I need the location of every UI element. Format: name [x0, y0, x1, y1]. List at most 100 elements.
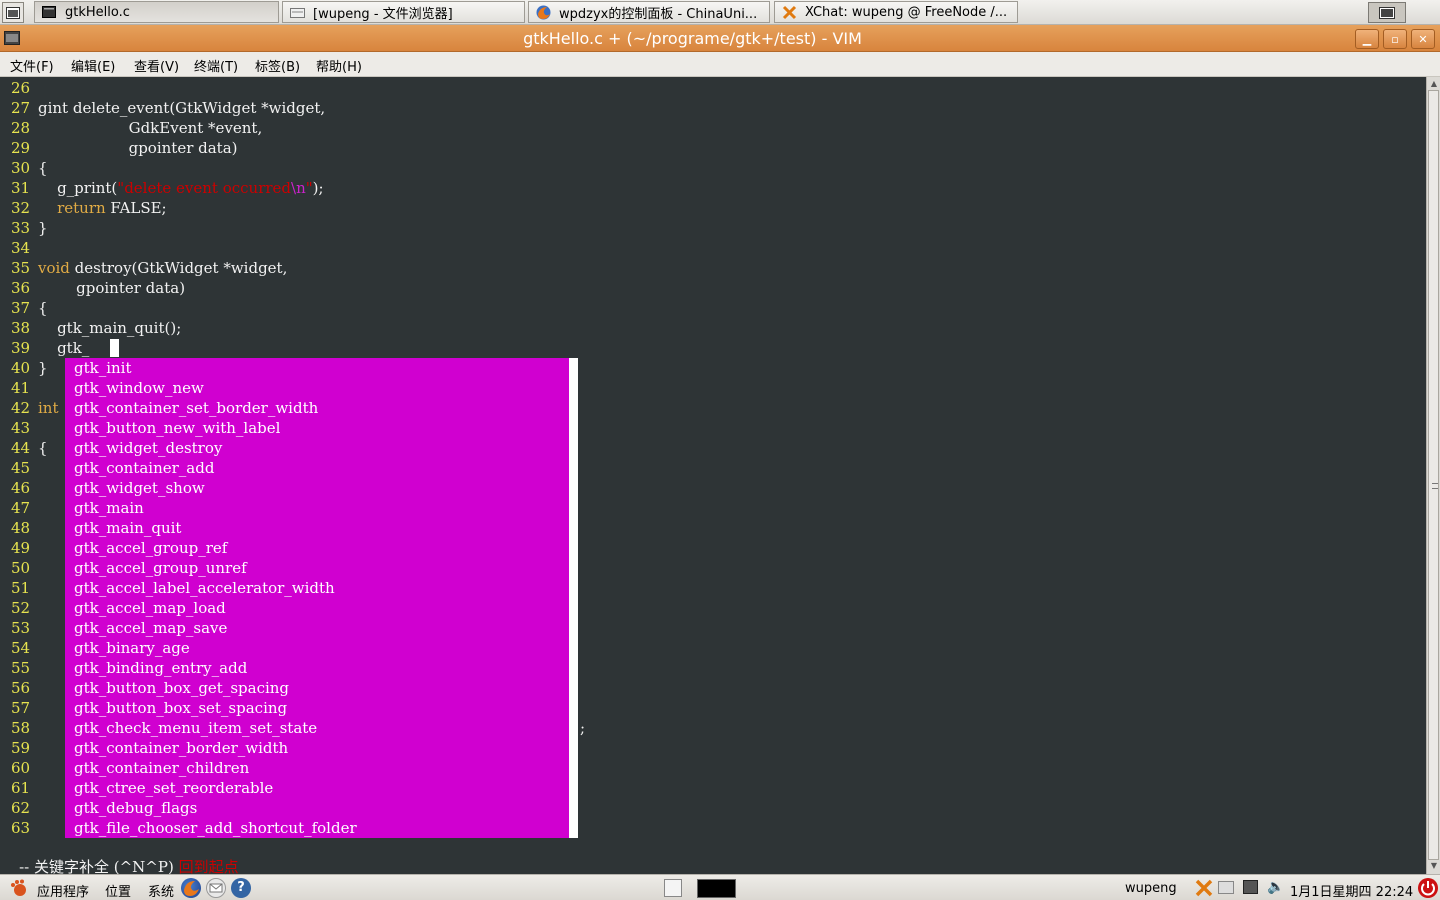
window-list-icon[interactable] — [2, 2, 24, 23]
menu-view[interactable]: 查看(V) — [134, 56, 179, 75]
menu-applications[interactable]: 应用程序 — [37, 881, 89, 900]
completion-item[interactable]: gtk_container_children — [74, 758, 249, 778]
completion-popup[interactable]: gtk_init gtk_window_new gtk_container_set_… — [65, 358, 569, 838]
minimize-button[interactable]: ▁ — [1355, 29, 1379, 49]
completion-item[interactable]: gtk_container_set_border_width — [74, 398, 318, 418]
printer-icon[interactable] — [1218, 881, 1234, 894]
completion-item[interactable]: gtk_ctree_set_reorderable — [74, 778, 273, 798]
menu-help[interactable]: 帮助(H) — [316, 56, 362, 75]
menu-tabs[interactable]: 标签(B) — [255, 56, 300, 75]
task-firefox[interactable]: wpdzyx的控制面板 - ChinaUni... — [528, 1, 770, 23]
power-icon[interactable] — [1418, 878, 1438, 898]
xchat-tray-icon[interactable] — [1195, 879, 1213, 900]
completion-scrollbar[interactable] — [569, 358, 578, 838]
completion-item[interactable]: gtk_file_chooser_add_shortcut_folder — [74, 818, 357, 838]
line-number: 55 — [11, 659, 31, 677]
task-label: [wupeng - 文件浏览器] — [313, 6, 453, 22]
string-quote: " — [305, 179, 313, 197]
bottom-panel: 应用程序 位置 系统 ? wupeng 🔈 1月1日星期四 22:24 — [0, 874, 1440, 900]
code-text: gpointer data) — [38, 279, 186, 297]
line-number: 51 — [11, 579, 31, 597]
code-line: 30 { — [0, 158, 1426, 178]
workspace-preview[interactable] — [697, 879, 736, 898]
keyword: void — [38, 259, 70, 277]
completion-item[interactable]: gtk_container_border_width — [74, 738, 288, 758]
vim-editor[interactable]: 26 27 gint delete_event(GtkWidget *widget,… — [0, 77, 1426, 874]
completion-item[interactable]: gtk_button_box_get_spacing — [74, 678, 289, 698]
line-number: 44 — [11, 439, 31, 457]
network-icon[interactable] — [1243, 880, 1258, 894]
menu-system[interactable]: 系统 — [148, 881, 174, 900]
completion-item[interactable]: gtk_accel_group_ref — [74, 538, 227, 558]
menu-file[interactable]: 文件(F) — [10, 56, 54, 75]
completion-item[interactable]: gtk_accel_map_load — [74, 598, 226, 618]
line-number: 35 — [11, 259, 31, 277]
completion-item[interactable]: gtk_widget_show — [74, 478, 205, 498]
completion-item[interactable]: gtk_binary_age — [74, 638, 190, 658]
task-xchat[interactable]: XChat: wupeng @ FreeNode /... — [774, 1, 1018, 23]
line-number: 38 — [11, 319, 31, 337]
completion-item[interactable]: gtk_debug_flags — [74, 798, 197, 818]
close-icon: ✕ — [1418, 32, 1428, 46]
completion-item[interactable]: gtk_check_menu_item_set_state — [74, 718, 317, 738]
code-line: 37 { — [0, 298, 1426, 318]
maximize-icon: ▫ — [1391, 32, 1399, 46]
completion-item[interactable]: gtk_accel_label_accelerator_width — [74, 578, 335, 598]
completion-item[interactable]: gtk_accel_group_unref — [74, 558, 247, 578]
completion-item[interactable]: gtk_main — [74, 498, 144, 518]
firefox-launcher-icon[interactable] — [181, 878, 201, 898]
code-text: void destroy(GtkWidget *widget, — [38, 259, 288, 277]
completion-item[interactable]: gtk_widget_destroy — [74, 438, 222, 458]
completion-item[interactable]: gtk_window_new — [74, 378, 204, 398]
code-text: gint delete_event(GtkWidget *widget, — [38, 99, 326, 117]
line-number: 61 — [11, 779, 31, 797]
completion-item[interactable]: gtk_init — [74, 358, 132, 378]
task-gtkhello[interactable]: gtkHello.c — [34, 1, 279, 23]
terminal-icon — [41, 4, 57, 20]
code-text: } — [38, 359, 48, 377]
completion-item[interactable]: gtk_button_box_set_spacing — [74, 698, 287, 718]
line-number: 26 — [11, 79, 31, 97]
line-number: 57 — [11, 699, 31, 717]
code-line: 33} — [0, 218, 1426, 238]
mail-launcher-icon[interactable] — [206, 878, 226, 898]
volume-icon[interactable]: 🔈 — [1267, 879, 1284, 895]
line-number: 32 — [11, 199, 31, 217]
line-number: 37 — [11, 299, 31, 317]
line-number: 46 — [11, 479, 31, 497]
completion-item[interactable]: gtk_container_add — [74, 458, 214, 478]
text-cursor — [110, 339, 119, 357]
line-number: 56 — [11, 679, 31, 697]
help-launcher-icon[interactable]: ? — [231, 878, 251, 898]
task-file-browser[interactable]: [wupeng - 文件浏览器] — [282, 1, 525, 23]
scroll-up-icon[interactable]: ▲ — [1429, 79, 1439, 89]
window-titlebar[interactable]: gtkHello.c + (~/programe/gtk+/test) - VI… — [0, 25, 1440, 52]
vertical-scrollbar[interactable]: ▲ ▼ — [1426, 77, 1440, 874]
keyword: return — [57, 199, 106, 217]
firefox-icon — [535, 4, 551, 20]
show-desktop-icon[interactable] — [664, 879, 682, 897]
line-number: 45 — [11, 459, 31, 477]
line-number: 30 — [11, 159, 31, 177]
completion-item[interactable]: gtk_main_quit — [74, 518, 181, 538]
line-number: 60 — [11, 759, 31, 777]
completion-item[interactable]: gtk_button_new_with_label — [74, 418, 280, 438]
completion-item[interactable]: gtk_binding_entry_add — [74, 658, 247, 678]
code-text: } — [38, 219, 48, 237]
menu-edit[interactable]: 编辑(E) — [71, 56, 115, 75]
code-line: 34 — [0, 238, 1426, 258]
clock[interactable]: 1月1日星期四 22:24 — [1290, 881, 1413, 900]
menu-terminal[interactable]: 终端(T) — [194, 56, 238, 75]
code-text: gtk_main_quit(); — [38, 319, 182, 337]
top-taskbar: gtkHello.c [wupeng - 文件浏览器] wpdzyx的控制面板 … — [0, 0, 1440, 25]
escape-sequence: \n — [291, 179, 306, 197]
maximize-button[interactable]: ▫ — [1383, 29, 1407, 49]
completion-item[interactable]: gtk_accel_map_save — [74, 618, 227, 638]
menu-places[interactable]: 位置 — [105, 881, 131, 900]
scroll-down-icon[interactable]: ▼ — [1429, 861, 1439, 871]
line-number: 27 — [11, 99, 31, 117]
code-line: 38 gtk_main_quit(); — [0, 318, 1426, 338]
scroll-thumb[interactable] — [1428, 90, 1439, 860]
workspace-switcher[interactable] — [1368, 2, 1406, 23]
close-button[interactable]: ✕ — [1411, 29, 1435, 49]
